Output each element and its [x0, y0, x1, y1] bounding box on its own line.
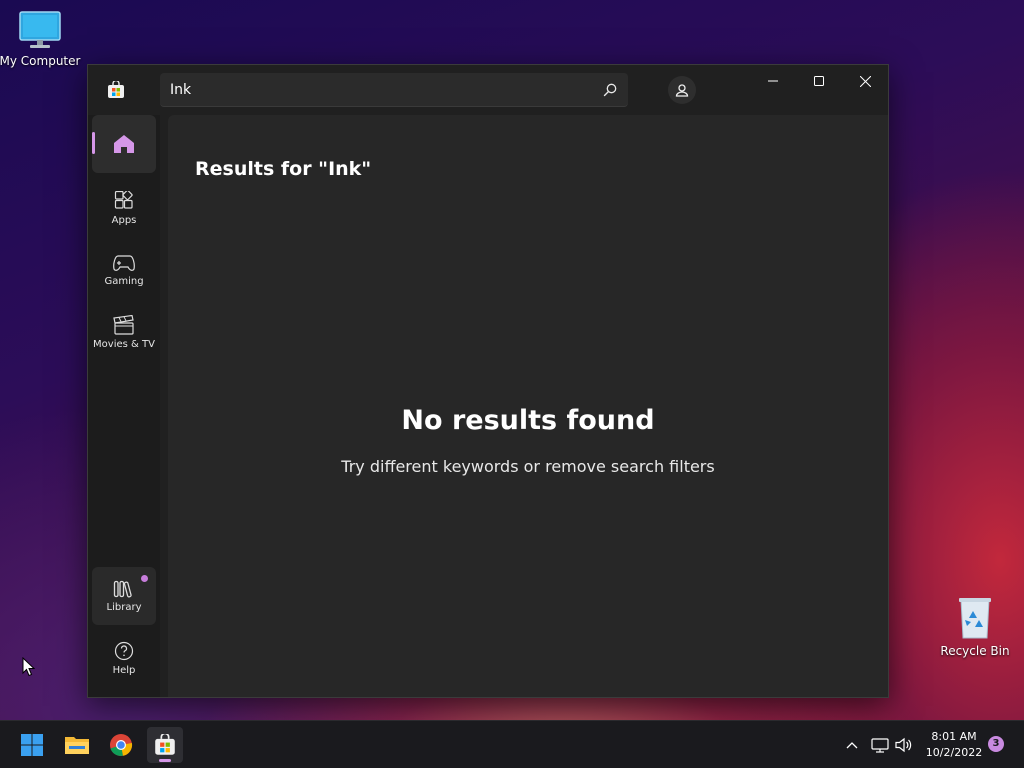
speaker-icon — [895, 737, 912, 753]
nav-label-library: Library — [106, 601, 142, 613]
title-bar[interactable] — [88, 65, 888, 115]
account-button[interactable] — [668, 76, 696, 104]
microsoft-store-window: Apps Gaming Movies & TV — [87, 64, 889, 698]
empty-state-subtitle: Try different keywords or remove search … — [341, 457, 715, 476]
start-button[interactable] — [14, 727, 50, 763]
taskbar-file-explorer[interactable] — [59, 727, 95, 763]
nav-label-help: Help — [112, 664, 136, 676]
monitor-icon — [19, 11, 61, 48]
update-badge — [141, 575, 148, 582]
nav-item-gaming[interactable]: Gaming — [92, 241, 156, 299]
search-box[interactable] — [160, 73, 628, 107]
network-button[interactable] — [870, 735, 890, 755]
maximize-button[interactable] — [796, 65, 842, 97]
microsoft-store-icon — [155, 734, 175, 755]
microsoft-store-icon — [108, 81, 124, 98]
chrome-icon — [110, 734, 133, 756]
nav-item-help[interactable]: Help — [92, 629, 156, 687]
nav-item-apps[interactable]: Apps — [92, 179, 156, 237]
nav-item-library[interactable]: Library — [92, 567, 156, 625]
running-indicator — [159, 759, 171, 762]
minimize-button[interactable] — [750, 65, 796, 97]
clock-time: 8:01 AM — [931, 730, 977, 743]
nav-item-movies-tv[interactable]: Movies & TV — [92, 303, 156, 361]
recycle-bin-icon — [959, 598, 991, 639]
mouse-cursor-icon — [22, 657, 36, 677]
search-icon[interactable] — [602, 82, 618, 98]
recycle-bin-desktop-icon[interactable]: Recycle Bin — [935, 596, 1015, 658]
active-indicator — [92, 132, 95, 154]
nav-label-gaming: Gaming — [104, 275, 144, 287]
my-computer-desktop-icon[interactable]: My Computer — [0, 10, 80, 68]
maximize-icon — [814, 76, 824, 86]
notification-count-badge[interactable]: 3 — [988, 736, 1004, 752]
close-button[interactable] — [842, 65, 888, 97]
minimize-icon — [768, 80, 778, 82]
chevron-up-icon — [846, 742, 858, 749]
close-icon — [859, 75, 871, 87]
empty-state-title: No results found — [401, 405, 655, 436]
results-heading: Results for "Ink" — [195, 158, 372, 180]
network-icon — [871, 738, 889, 753]
taskbar: 8:01 AM 10/2/2022 3 — [0, 720, 1024, 768]
clapperboard-icon — [113, 314, 134, 335]
folder-icon — [65, 737, 89, 754]
help-icon — [114, 641, 134, 660]
recycle-bin-label: Recycle Bin — [940, 644, 1010, 658]
clock-date: 10/2/2022 — [925, 746, 983, 759]
show-hidden-icons-button[interactable] — [842, 735, 862, 755]
clock[interactable]: 8:01 AM 10/2/2022 — [922, 729, 986, 761]
search-input[interactable] — [170, 79, 570, 101]
user-icon — [675, 84, 689, 97]
taskbar-microsoft-store[interactable] — [147, 727, 183, 763]
volume-button[interactable] — [894, 735, 914, 755]
apps-icon — [114, 190, 133, 209]
nav-item-home[interactable] — [92, 115, 156, 173]
my-computer-label: My Computer — [0, 54, 81, 68]
game-controller-icon — [113, 254, 135, 271]
nav-label-apps: Apps — [111, 214, 137, 226]
taskbar-chrome[interactable] — [103, 727, 139, 763]
library-icon — [113, 580, 132, 598]
nav-label-movies-tv: Movies & TV — [93, 338, 155, 350]
navigation-sidebar: Apps Gaming Movies & TV Library Help — [88, 115, 160, 697]
search-results-pane: Results for "Ink" No results found Try d… — [168, 115, 888, 697]
windows-start-icon — [21, 734, 43, 756]
home-icon — [114, 135, 134, 153]
